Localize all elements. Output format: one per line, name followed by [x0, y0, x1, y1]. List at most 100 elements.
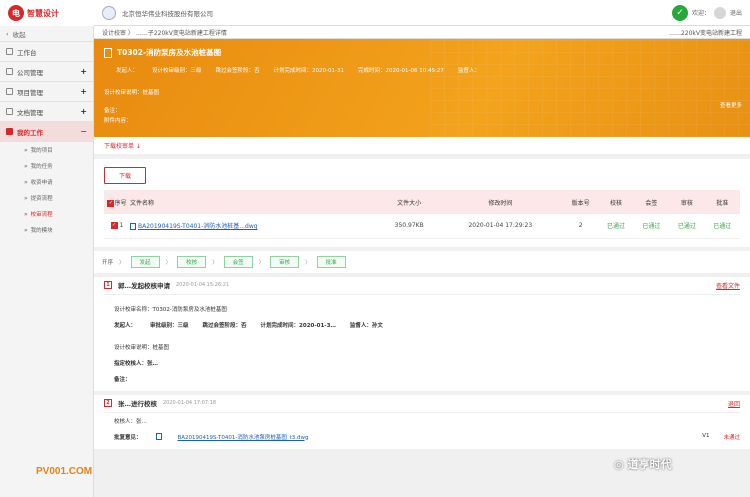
sidebar-item-document[interactable]: 文档管理 +: [0, 102, 93, 122]
supervisor-field: 监督人：孙文: [349, 322, 383, 329]
subitem-label: 收资申请: [30, 180, 53, 186]
remark-row: 备注：: [114, 376, 131, 383]
step-approve[interactable]: 批准: [316, 255, 346, 268]
sidebar-subitem-my-projects[interactable]: » 我的项目: [0, 142, 93, 158]
col-audit: 审核: [669, 190, 705, 214]
skip-sign-field: 跳过会签阶段：否: [202, 322, 247, 329]
sidebar-item-company[interactable]: 公司管理 +: [0, 62, 93, 82]
status-badge: 已通过: [598, 214, 634, 239]
section-time: 2020-01-04 15:26:21: [176, 282, 230, 288]
table-row: ✓ 1 BA20190419S-T0401-消防水池桩基...dwg 350.9…: [104, 214, 740, 239]
exit-button[interactable]: 退出: [730, 8, 742, 17]
check-status-icon: ✓: [671, 4, 688, 21]
level-field: 审批级别：三级: [150, 322, 189, 329]
meta-level: 设计校审级别：三级: [152, 68, 202, 74]
download-button[interactable]: 下载: [104, 167, 147, 184]
col-version: 版本号: [562, 190, 599, 214]
col-size: 文件大小: [380, 190, 438, 214]
sidebar-subitem-review-flow[interactable]: » 校审流程: [0, 206, 93, 222]
wechat-icon: ◎: [614, 457, 624, 471]
app-logo[interactable]: 电 智慧设计: [0, 0, 94, 26]
home-icon: [6, 48, 13, 55]
review-title: T0302-消防泵房及水池桩基图: [104, 47, 740, 58]
reply-version: V1: [702, 432, 710, 439]
section-header: 1 郭…发起校核申请 2020-01-04 15:26:21 查看文件: [104, 277, 740, 295]
review-meta: 发起人： 设计校审级别：三级 跳过会签阶段：否 计划完成时间：2020-01-3…: [104, 66, 740, 74]
sidebar-subitem-my-tasks[interactable]: » 我的任务: [0, 158, 93, 174]
collapse-label: 收起: [12, 30, 26, 39]
section-number: 2: [104, 399, 112, 407]
collapse-minus-icon: −: [80, 127, 87, 136]
project-icon: [6, 88, 13, 95]
subitem-label: 我的模块: [30, 228, 53, 234]
step-countersign[interactable]: 会签: [223, 255, 253, 268]
assigned-checker-row: 指定校核人：张…: [114, 360, 159, 367]
status-badge: 已通过: [704, 214, 740, 239]
logo-text: 智慧设计: [27, 8, 59, 18]
reply-file-link[interactable]: BA20190419S-T0401-消防水池泵房桩基图_t3.dwg: [178, 433, 309, 441]
project-name: ……220kV变电站新建工程: [668, 29, 742, 37]
document-icon: [6, 108, 13, 115]
avatar[interactable]: [713, 6, 726, 19]
reply-label: 批复意见：: [114, 434, 142, 441]
plan-time-field: 计划完成时间：2020-01-3…: [260, 322, 336, 329]
arrow-right-icon: 〉: [119, 259, 125, 266]
col-countersign: 会签: [633, 190, 670, 214]
sidebar-subitem-my-modules[interactable]: » 我的模块: [0, 222, 93, 238]
process-steps: 开序 〉 发起 〉 校核 〉 会签 〉 审核 〉 批准: [94, 250, 750, 273]
document-icon: [104, 47, 112, 58]
top-bar: 北京恒华伟业科技股份有限公司 ✓ 欢迎： 退出: [94, 0, 750, 26]
sidebar-subitem-data-request[interactable]: » 收资申请: [0, 174, 93, 190]
sidebar-item-workbench[interactable]: 工作台: [0, 42, 93, 62]
file-version: 2: [562, 214, 599, 239]
subitem-label: 我的任务: [30, 164, 53, 170]
welcome-text: 欢迎：: [691, 10, 710, 17]
subitem-label: 提资流程: [30, 196, 53, 202]
watermark-right: ◎ 道亨时代: [614, 456, 672, 472]
download-review-sheet-link[interactable]: 下载校审单 ↓: [94, 137, 750, 155]
meta-initiator: 发起人：: [116, 68, 139, 74]
file-card: 下载 ✓序号 文件名称 文件大小 修改时间 版本号 校核 会签 审核 批准 ✓ …: [94, 159, 750, 247]
meta-plan-time: 计划完成时间：2020-01-31: [273, 68, 345, 74]
review-banner: T0302-消防泵房及水池桩基图 发起人： 设计校审级别：三级 跳过会签阶段：否…: [94, 39, 750, 137]
view-more-link[interactable]: 查看更多: [720, 101, 742, 109]
view-file-link[interactable]: 查看文件: [716, 281, 740, 290]
logo-mark: 电: [8, 5, 24, 21]
step-initiate[interactable]: 发起: [130, 255, 160, 268]
status-badge: 未通过: [723, 434, 740, 441]
sidebar-item-my-work[interactable]: 我的工作 −: [0, 122, 93, 142]
watermark-right-text: 道亨时代: [627, 458, 672, 471]
section-time: 2020-01-04 17:07:18: [163, 400, 217, 406]
meta-supervisor: 监督人：: [457, 68, 480, 74]
breadcrumb-path[interactable]: 设计校审 〉 ……子220kV变电站新建工程详情: [102, 28, 227, 37]
step-check[interactable]: 校核: [177, 255, 207, 268]
sidebar-item-label: 项目管理: [17, 88, 43, 97]
banner-rows: 备注： 附件内容：: [104, 106, 740, 126]
status-badge: 已通过: [633, 214, 670, 239]
arrow-right-icon: 〉: [165, 259, 172, 266]
sidebar-item-project[interactable]: 项目管理 +: [0, 82, 93, 102]
company-info: 北京恒华伟业科技股份有限公司: [102, 5, 213, 20]
file-size: 350.97KB: [380, 214, 438, 239]
col-name: 文件名称: [130, 190, 381, 214]
file-table: ✓序号 文件名称 文件大小 修改时间 版本号 校核 会签 审核 批准 ✓ 1 B…: [104, 190, 740, 239]
sidebar-collapse-button[interactable]: ‹ 收起: [0, 26, 93, 42]
initiator-field: 发起人：: [114, 322, 137, 329]
attachment-row: 附件内容：: [104, 118, 132, 124]
sidebar-item-label: 公司管理: [17, 68, 43, 77]
remark-row: 备注：: [104, 108, 121, 114]
arrow-right-icon: 〉: [258, 259, 265, 266]
sidebar-item-label: 我的工作: [17, 128, 43, 137]
arrow-right-icon: 〉: [305, 259, 311, 266]
briefcase-icon: [6, 128, 13, 135]
section-number: 1: [104, 281, 112, 289]
return-link[interactable]: 退回: [728, 399, 740, 408]
step-audit[interactable]: 审核: [270, 255, 300, 268]
file-icon: [130, 223, 136, 231]
file-link[interactable]: BA20190419S-T0401-消防水池桩基...dwg: [138, 223, 258, 230]
sidebar-subitem-submit-flow[interactable]: » 提资流程: [0, 190, 93, 206]
subitem-label: 校审流程: [30, 212, 53, 218]
row-checkbox[interactable]: ✓: [110, 222, 118, 230]
sidebar: ‹ 收起 工作台 公司管理 + 项目管理 + 文档管理 + 我的工作 − » 我的…: [0, 26, 94, 497]
review-name-row: 设计校审名称：T0302-消防泵房及水池桩基图: [114, 306, 227, 313]
